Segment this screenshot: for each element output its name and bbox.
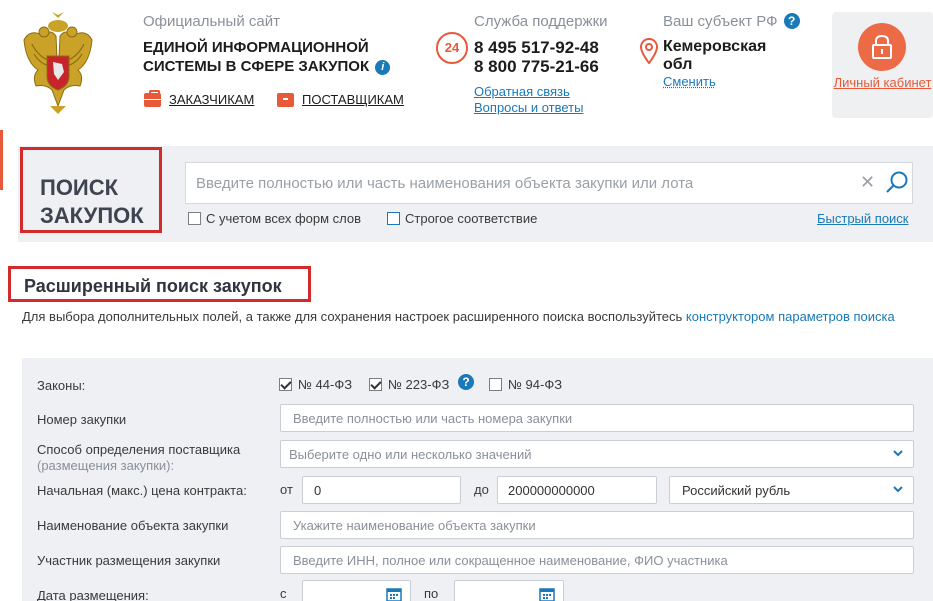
- law-94-option[interactable]: № 94-ФЗ: [489, 377, 562, 392]
- support-phone-1: 8 495 517-92-48: [474, 38, 599, 57]
- region-caption: Ваш субъект РФ ?: [663, 13, 800, 30]
- region-change-link[interactable]: Сменить: [663, 74, 716, 89]
- participant-label: Участник размещения закупки: [37, 553, 221, 568]
- law-44-option[interactable]: № 44-ФЗ: [279, 377, 352, 392]
- purchase-number-input[interactable]: [281, 405, 913, 431]
- search-panel: ПОИСК ЗАКУПОК ✕ С учетом всех форм слов …: [18, 146, 933, 242]
- all-word-forms-checkbox[interactable]: [188, 212, 201, 225]
- site-title-line1: ЕДИНОЙ ИНФОРМАЦИОННОЙ: [143, 39, 369, 56]
- laws-label: Законы:: [37, 378, 86, 393]
- quick-search-link[interactable]: Быстрый поиск: [817, 211, 909, 226]
- price-to-field: [497, 476, 657, 504]
- method-select[interactable]: [280, 440, 914, 468]
- search-title-frame: ПОИСК ЗАКУПОК: [20, 147, 162, 233]
- participant-field: [280, 546, 914, 574]
- search-title-line2: ЗАКУПОК: [40, 203, 144, 228]
- info-icon[interactable]: i: [375, 60, 391, 75]
- law-223-checkbox[interactable]: [369, 378, 382, 391]
- faq-link[interactable]: Вопросы и ответы: [474, 100, 583, 115]
- advanced-search-note-text: Для выбора дополнительных полей, а также…: [22, 309, 686, 324]
- region-name: Кемеровская обл: [663, 38, 767, 73]
- briefcase-icon: [144, 89, 161, 107]
- calendar-icon[interactable]: [386, 587, 402, 601]
- price-label: Начальная (макс.) цена контракта:: [37, 483, 247, 498]
- method-select-input[interactable]: [281, 441, 913, 467]
- purchase-number-label: Номер закупки: [37, 412, 127, 427]
- search-constructor-link[interactable]: конструктором параметров поиска: [686, 309, 895, 324]
- date-to-field: [454, 580, 564, 601]
- advanced-search-title: Расширенный поиск закупок: [24, 276, 282, 296]
- site-header: Официальный сайт ЕДИНОЙ ИНФОРМАЦИОННОЙ С…: [0, 0, 933, 132]
- all-word-forms-label: С учетом всех форм слов: [206, 211, 362, 226]
- search-input[interactable]: [196, 163, 846, 203]
- strict-match-label: Строгое соответствие: [405, 211, 538, 226]
- search-title-line1: ПОИСК: [40, 175, 119, 200]
- lock-icon: [858, 23, 906, 71]
- price-to-label: до: [474, 482, 489, 497]
- price-from-label: от: [280, 482, 293, 497]
- chevron-down-icon: [893, 450, 903, 457]
- law-223-label: № 223-ФЗ: [388, 377, 450, 392]
- suppliers-link-label: ПОСТАВЩИКАМ: [302, 92, 404, 107]
- object-name-input[interactable]: [281, 512, 913, 538]
- clear-icon[interactable]: ✕: [860, 172, 875, 193]
- law-94-label: № 94-ФЗ: [508, 377, 563, 392]
- suppliers-link[interactable]: ПОСТАВЩИКАМ: [277, 92, 404, 107]
- region-caption-label: Ваш субъект РФ: [663, 13, 778, 30]
- support-caption: Служба поддержки: [474, 13, 608, 30]
- option-all-word-forms[interactable]: С учетом всех форм слов: [188, 211, 361, 226]
- method-label-text: Способ определения поставщика: [37, 442, 241, 457]
- option-strict-match[interactable]: Строгое соответствие: [387, 211, 537, 226]
- advanced-search-title-frame: Расширенный поиск закупок: [8, 266, 311, 302]
- chevron-down-icon: [893, 486, 903, 493]
- left-accent-strip: [0, 130, 3, 190]
- feedback-link[interactable]: Обратная связь: [474, 84, 570, 99]
- method-label: Способ определения поставщика (размещени…: [37, 442, 240, 474]
- method-sublabel: (размещения закупки):: [37, 458, 175, 473]
- help-icon[interactable]: ?: [783, 13, 800, 29]
- site-caption: Официальный сайт: [143, 13, 280, 30]
- box-icon: [277, 92, 294, 107]
- support-24-icon: 24: [436, 32, 468, 64]
- price-from-field: [302, 476, 461, 504]
- date-label: Дата размещения:: [37, 588, 149, 601]
- purchase-number-field: [280, 404, 914, 432]
- strict-match-checkbox[interactable]: [387, 212, 400, 225]
- law-94-checkbox[interactable]: [489, 378, 502, 391]
- personal-cabinet-label: Личный кабинет: [833, 75, 932, 90]
- object-name-label: Наименование объекта закупки: [37, 518, 229, 533]
- search-icon[interactable]: [884, 170, 910, 196]
- law-223-option[interactable]: № 223-ФЗ: [369, 377, 449, 392]
- date-to-label: по: [424, 586, 439, 601]
- customers-link[interactable]: ЗАКАЗЧИКАМ: [144, 89, 255, 107]
- support-phone-2: 8 800 775-21-66: [474, 57, 599, 76]
- customers-link-label: ЗАКАЗЧИКАМ: [169, 92, 255, 107]
- date-from-field: [302, 580, 411, 601]
- law-44-checkbox[interactable]: [279, 378, 292, 391]
- calendar-icon[interactable]: [539, 587, 555, 601]
- advanced-search-form: Законы: № 44-ФЗ № 223-ФЗ ? № 94-ФЗ Номер…: [22, 358, 933, 601]
- location-pin-icon: [640, 38, 658, 64]
- search-box: ✕: [185, 162, 913, 204]
- currency-select[interactable]: Российский рубль: [669, 476, 914, 504]
- law-help-icon[interactable]: ?: [458, 374, 474, 390]
- advanced-search-note: Для выбора дополнительных полей, а также…: [22, 308, 902, 326]
- coat-of-arms-logo[interactable]: [20, 10, 96, 116]
- law-44-label: № 44-ФЗ: [298, 377, 353, 392]
- currency-value: Российский рубль: [682, 483, 791, 498]
- object-name-field: [280, 511, 914, 539]
- price-from-input[interactable]: [303, 477, 460, 503]
- search-title: ПОИСК ЗАКУПОК: [40, 174, 144, 230]
- site-title-line2: СИСТЕМЫ В СФЕРЕ ЗАКУПОК: [143, 58, 370, 75]
- price-to-input[interactable]: [498, 477, 656, 503]
- date-from-label: с: [280, 586, 287, 601]
- participant-input[interactable]: [281, 547, 913, 573]
- site-title[interactable]: ЕДИНОЙ ИНФОРМАЦИОННОЙ СИСТЕМЫ В СФЕРЕ ЗА…: [143, 38, 393, 76]
- personal-cabinet-button[interactable]: Личный кабинет: [832, 12, 933, 118]
